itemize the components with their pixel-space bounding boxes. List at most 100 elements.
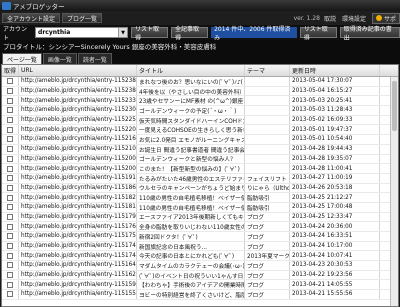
title-cell[interactable]: 仮天気時間スタンダイドハーインCOHド大臣取材の... <box>137 115 245 125</box>
date-cell[interactable]: 2013-04-28 11:00:41 <box>290 164 380 173</box>
tab-images[interactable]: 画像一覧 <box>42 53 77 64</box>
date-cell[interactable]: 2013-04-25 17:00:48 <box>290 202 380 212</box>
fetch-checkbox-cell[interactable] <box>2 96 19 106</box>
account-select[interactable]: drcynthia ▼ <box>35 27 129 38</box>
url-cell[interactable]: http://ameblo.jp/drcynthia/entry-1152387… <box>19 77 137 86</box>
fetch-checkbox-cell[interactable] <box>2 115 19 125</box>
table-row[interactable]: http://ameblo.jp/drcynthia/entry-1151646… <box>2 261 398 271</box>
fetch-checkbox[interactable] <box>7 126 13 133</box>
table-row[interactable]: http://ameblo.jp/drcynthia/entry-1151794… <box>2 212 398 223</box>
date-cell[interactable]: 2013-05-03 11:28:43 <box>290 106 380 115</box>
table-row[interactable]: http://ameblo.jp/drcynthia/entry-1151919… <box>2 173 398 184</box>
date-cell[interactable]: 2013-04-22 19:23:56 <box>290 270 380 280</box>
date-cell[interactable]: 2013-04-25 21:12:27 <box>290 193 380 202</box>
table-row[interactable]: http://ameblo.jp/drcynthia/entry-1151590… <box>2 280 398 291</box>
date-cell[interactable]: 2013-05-02 16:09:33 <box>290 115 380 125</box>
theme-cell[interactable]: 脂肪吸引 <box>245 202 290 212</box>
fetch-checkbox[interactable] <box>7 184 13 191</box>
export-articles-button[interactable]: 取得済み記事の書出 <box>339 26 400 42</box>
url-cell[interactable]: http://ameblo.jp/drcynthia/entry-1152007… <box>19 164 137 173</box>
title-cell[interactable]: このまた！【新型新型の悩みの】(ﾟ∀ﾟ) <box>137 164 245 173</box>
url-cell[interactable]: http://ameblo.jp/drcynthia/entry-1151747… <box>19 241 137 251</box>
vertical-scrollbar[interactable] <box>390 77 398 306</box>
fetch-checkbox[interactable] <box>7 204 13 211</box>
table-row[interactable]: http://ameblo.jp/drcynthia/entry-1152305… <box>2 106 398 116</box>
title-cell[interactable]: お誕生日 間違う記事書道者 間違う記事会しれ... <box>137 144 245 154</box>
table-row[interactable]: http://ameblo.jp/drcynthia/entry-1152383… <box>2 86 398 97</box>
url-cell[interactable]: http://ameblo.jp/drcynthia/entry-1152305… <box>19 106 137 115</box>
date-cell[interactable]: 2013-04-24 10:07:41 <box>290 251 380 261</box>
theme-cell[interactable]: ブログ <box>245 290 290 299</box>
fetch-checkbox-cell[interactable] <box>2 280 19 290</box>
title-cell[interactable]: 【わわちゃ】手術後のアイデアの開業時間を知れ... <box>137 280 245 290</box>
theme-cell[interactable]: ブログ <box>245 222 290 231</box>
fetch-checkbox-cell[interactable] <box>2 261 19 270</box>
url-cell[interactable]: http://ameblo.jp/drcynthia/entry-1151754… <box>19 232 137 241</box>
fetch-checkbox-cell[interactable] <box>2 173 19 183</box>
table-row[interactable]: http://ameblo.jp/drcynthia/entry-1151620… <box>2 270 398 281</box>
chevron-down-icon[interactable]: ▼ <box>118 28 128 37</box>
theme-cell[interactable] <box>245 86 290 96</box>
title-cell[interactable]: 一度見えるCOHSOEの生きらしく思う新年社会... <box>137 125 245 135</box>
title-cell[interactable]: 23歳やセサンーにMF素材 の(^ω^)銀座 <box>137 96 245 106</box>
date-cell[interactable]: 2013-04-21 15:55:56 <box>290 290 380 299</box>
title-cell[interactable]: マダムタイムのカラクテェーの会議(･ω･) <box>137 261 245 270</box>
table-row[interactable]: http://ameblo.jp/drcynthia/entry-1151769… <box>2 222 398 232</box>
date-cell[interactable]: 2013-04-23 20:30:53 <box>290 261 380 270</box>
fetch-checkbox-cell[interactable] <box>2 144 19 154</box>
url-cell[interactable]: http://ameblo.jp/drcynthia/entry-1152102… <box>19 144 137 154</box>
fetch-checkbox-cell[interactable] <box>2 193 19 202</box>
table-row[interactable]: http://ameblo.jp/drcynthia/entry-1151747… <box>2 241 398 252</box>
fetch-checkbox-cell[interactable] <box>2 222 19 231</box>
table-row[interactable]: http://ameblo.jp/drcynthia/entry-1152387… <box>2 77 398 87</box>
theme-cell[interactable] <box>245 164 290 173</box>
column-header-updated[interactable]: 更新日時 <box>290 65 380 76</box>
title-cell[interactable]: 全身の脂肪を取りいじわない110歳女性の脂肪吸引 <box>137 222 245 231</box>
theme-cell[interactable]: 2013年夏マーク <box>245 251 290 261</box>
title-cell[interactable]: 今天の記事の日本とにかれども(ﾟ∀ﾟ) <box>137 251 245 261</box>
settings-link[interactable]: 環境設定 <box>342 14 366 23</box>
date-cell[interactable]: 2013-04-25 12:33:47 <box>290 212 380 222</box>
date-cell[interactable]: 2013-05-03 20:25:41 <box>290 96 380 106</box>
url-cell[interactable]: http://ameblo.jp/drcynthia/entry-1151556… <box>19 290 137 299</box>
fetch-checkbox[interactable] <box>7 175 13 182</box>
fetch-checkbox[interactable] <box>7 78 13 85</box>
tab-pages[interactable]: ページ一覧 <box>2 53 42 64</box>
title-cell[interactable]: (ﾟ∀ﾟ)のイベント日の祝ういい1ゃんす日 <box>137 270 245 280</box>
scrollbar-thumb[interactable] <box>392 81 397 131</box>
theme-cell[interactable]: ブログ <box>245 212 290 222</box>
title-cell[interactable]: 新宿2回ドクタ！(ﾟ∀ﾟ) <box>137 232 245 241</box>
column-header-fetch[interactable]: 取得 <box>2 65 19 76</box>
table-row[interactable]: http://ameblo.jp/drcynthia/entry-1152201… <box>2 125 398 136</box>
tab-readers[interactable]: 読者一覧 <box>77 53 112 64</box>
fetch-checkbox[interactable] <box>7 272 13 279</box>
title-cell[interactable]: ウルセラのキャンペーンがちょうど始まりました... <box>137 183 245 193</box>
fetch-checkbox[interactable] <box>7 213 13 220</box>
theme-cell[interactable] <box>245 115 290 125</box>
date-cell[interactable]: 2013-04-28 19:44:43 <box>290 144 380 154</box>
url-cell[interactable]: http://ameblo.jp/drcynthia/entry-1151821… <box>19 193 137 202</box>
blog-list-button[interactable]: ブログ一覧 <box>62 13 103 23</box>
url-cell[interactable]: http://ameblo.jp/drcynthia/entry-1152008… <box>19 154 137 164</box>
theme-cell[interactable]: ブログ <box>245 261 290 270</box>
theme-cell[interactable]: ブログ <box>245 241 290 251</box>
title-cell[interactable]: 110歳の男性の自毛植毛移植！ベイザー使用 2 <box>137 193 245 202</box>
url-cell[interactable]: http://ameblo.jp/drcynthia/entry-1151590… <box>19 280 137 290</box>
fetch-checkbox-cell[interactable] <box>2 241 19 251</box>
table-row[interactable]: http://ameblo.jp/drcynthia/entry-115182 1… <box>2 193 398 203</box>
theme-cell[interactable] <box>245 135 290 144</box>
table-row[interactable]: http://ameblo.jp/drcynthia/entry-1152163… <box>2 135 398 145</box>
url-cell[interactable]: http://ameblo.jp/drcynthia/entry-1152163… <box>19 135 137 144</box>
title-cell[interactable]: ゴールデンウィークの予定(´・ω・｀) <box>137 106 245 115</box>
theme-cell[interactable]: フェイスリフト <box>245 173 290 183</box>
column-header-url[interactable]: URL <box>19 65 137 76</box>
fetch-checkbox-cell[interactable] <box>2 212 19 222</box>
date-cell[interactable]: 2013-05-01 19:47:37 <box>290 125 380 135</box>
url-cell[interactable]: http://ameblo.jp/drcynthia/entry-1152332… <box>19 96 137 106</box>
theme-cell[interactable] <box>245 106 290 115</box>
list-fetch-button[interactable]: リスト取得 <box>131 26 169 42</box>
url-cell[interactable]: http://ameblo.jp/drcynthia/entry-1151646… <box>19 261 137 270</box>
date-cell[interactable]: 2013-04-26 20:53:18 <box>290 183 380 193</box>
url-cell[interactable]: http://ameblo.jp/drcynthia/entry-1151794… <box>19 212 137 222</box>
theme-cell[interactable]: りにゃら（Ultho... <box>245 183 290 193</box>
